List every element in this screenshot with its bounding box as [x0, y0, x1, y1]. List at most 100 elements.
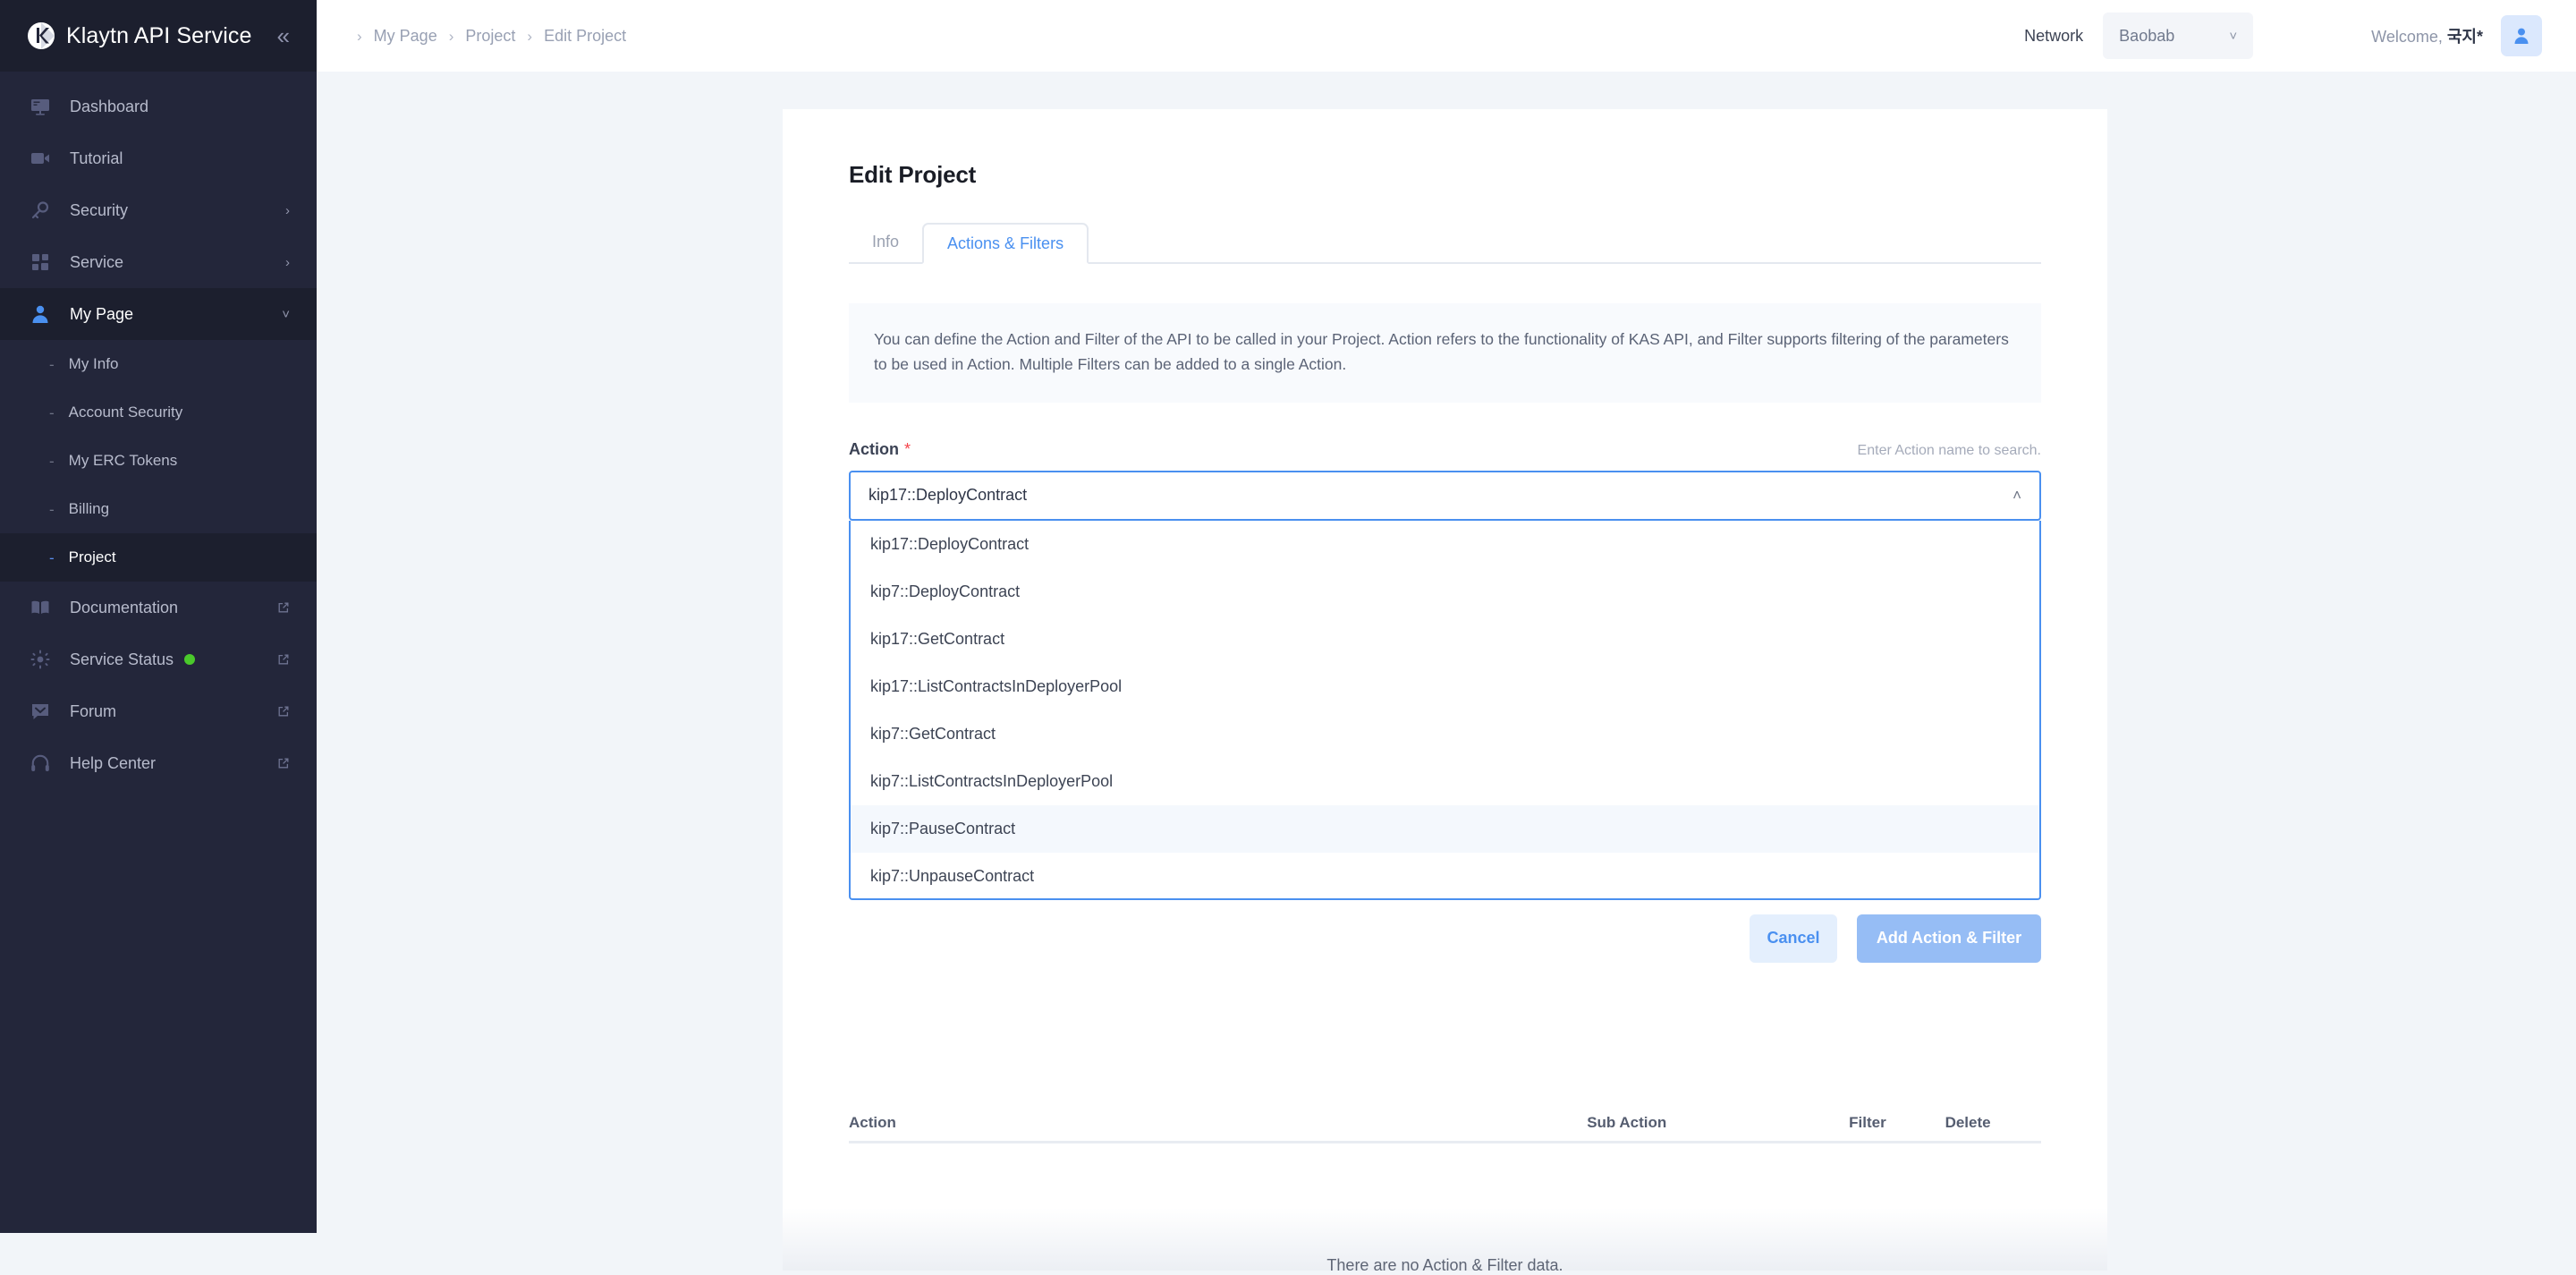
status-badge — [184, 654, 196, 665]
empty-state-message: There are no Action & Filter data. — [1326, 1256, 1563, 1274]
breadcrumb-separator-icon: › — [357, 27, 362, 45]
network-selector[interactable]: Baobab ˅ — [2103, 13, 2254, 59]
card-inner: Edit Project Info Actions & Filters You … — [783, 109, 2107, 1143]
chevron-right-icon[interactable]: › — [285, 204, 290, 217]
key-icon — [27, 197, 54, 224]
sidebar-item-label: Help Center — [70, 753, 157, 772]
welcome-message: Welcome, 국지* — [2371, 24, 2483, 47]
sidebar-subitem-my-erc-tokens[interactable]: - My ERC Tokens — [0, 437, 317, 485]
user-avatar-icon — [2514, 28, 2529, 44]
column-header-filter: Filter — [1849, 1114, 1886, 1132]
tab-info[interactable]: Info — [849, 221, 922, 262]
breadcrumb-separator-icon: › — [448, 27, 454, 45]
content-area: Edit Project Info Actions & Filters You … — [317, 72, 2576, 1274]
sidebar-subitem-project[interactable]: - Project — [0, 533, 317, 582]
sidebar-item-tutorial[interactable]: Tutorial — [0, 132, 317, 184]
chevron-down-icon[interactable]: ˅ — [282, 308, 290, 321]
required-marker: * — [904, 439, 911, 458]
sidebar-item-documentation[interactable]: Documentation — [0, 582, 317, 633]
dropdown-option[interactable]: kip17::DeployContract — [851, 521, 2039, 568]
dropdown-option[interactable]: kip17::ListContractsInDeployerPool — [851, 663, 2039, 710]
action-selected-value: kip17::DeployContract — [869, 486, 1028, 505]
sidebar-item-label: Documentation — [70, 598, 179, 616]
sidebar-subitem-label: My ERC Tokens — [68, 452, 178, 469]
grid-icon — [27, 249, 54, 276]
sidebar-brand[interactable]: Klaytn API Service « — [0, 0, 317, 72]
dropdown-option[interactable]: kip7::PauseContract — [851, 804, 2039, 853]
avatar[interactable] — [2501, 15, 2542, 56]
sidebar-item-label: Service Status — [70, 650, 174, 668]
sidebar-item-security[interactable]: Security › — [0, 184, 317, 236]
external-link-icon[interactable] — [277, 757, 290, 769]
sidebar: Klaytn API Service « Dashboard Tutorial — [0, 0, 317, 1233]
book-icon — [27, 594, 54, 621]
sidebar-subitem-label: My Info — [68, 355, 119, 372]
add-action-filter-button[interactable]: Add Action & Filter — [1857, 914, 2041, 963]
dropdown-option[interactable]: kip7::UnpauseContract — [851, 853, 2039, 898]
sidebar-item-label: My Page — [70, 304, 134, 323]
sidebar-item-service-status[interactable]: Service Status — [0, 633, 317, 685]
info-banner: You can define the Action and Filter of … — [849, 303, 2041, 403]
sidebar-item-dashboard[interactable]: Dashboard — [0, 81, 317, 132]
sidebar-item-forum[interactable]: Forum — [0, 685, 317, 737]
form-actions: Cancel Add Action & Filter — [849, 914, 2041, 963]
tab-actions-filters[interactable]: Actions & Filters — [922, 223, 1089, 264]
breadcrumb-item-my-page[interactable]: My Page — [374, 27, 437, 46]
monitor-icon — [27, 93, 54, 120]
sidebar-subitem-label: Project — [68, 548, 116, 565]
sun-icon — [27, 646, 54, 673]
action-select-input[interactable]: kip17::DeployContract ˄ — [849, 470, 2041, 521]
actions-table-header: Action Sub Action Filter Delete — [849, 1106, 2041, 1143]
sidebar-item-label: Service — [70, 252, 124, 271]
dropdown-option[interactable]: kip17::GetContract — [851, 616, 2039, 663]
dropdown-option[interactable]: kip7::DeployContract — [851, 568, 2039, 616]
headset-icon — [27, 750, 54, 777]
breadcrumb-separator-icon: › — [527, 27, 533, 45]
sidebar-item-service[interactable]: Service › — [0, 236, 317, 288]
top-bar: › My Page › Project › Edit Project Netwo… — [317, 0, 2576, 72]
sidebar-subitem-billing[interactable]: - Billing — [0, 485, 317, 533]
dropdown-option[interactable]: kip7::GetContract — [851, 710, 2039, 758]
external-link-icon[interactable] — [277, 601, 290, 614]
chevron-up-icon[interactable]: ˄ — [2012, 488, 2021, 503]
chat-icon — [27, 698, 54, 725]
breadcrumb-item-project[interactable]: Project — [465, 27, 515, 46]
klaytn-logo-icon — [27, 21, 55, 50]
chevron-double-left-icon[interactable]: « — [274, 24, 293, 47]
bullet-dash: - — [49, 548, 55, 566]
action-field-label: Action — [849, 439, 899, 458]
sidebar-subitem-my-info[interactable]: - My Info — [0, 340, 317, 388]
chevron-right-icon[interactable]: › — [285, 256, 290, 269]
breadcrumb: › My Page › Project › Edit Project — [345, 27, 626, 46]
sidebar-item-label: Security — [70, 200, 129, 219]
dropdown-option[interactable]: kip7::ListContractsInDeployerPool — [851, 758, 2039, 805]
bullet-dash: - — [49, 500, 55, 518]
sidebar-item-label: Forum — [70, 701, 117, 720]
user-icon — [27, 301, 54, 327]
action-dropdown-list[interactable]: kip17::DeployContract kip7::DeployContra… — [849, 520, 2041, 900]
bullet-dash: - — [49, 404, 55, 421]
column-header-delete: Delete — [1945, 1114, 1991, 1132]
sidebar-item-my-page[interactable]: My Page ˅ — [0, 288, 317, 340]
sidebar-item-help-center[interactable]: Help Center — [0, 737, 317, 789]
tab-bar: Info Actions & Filters — [849, 223, 2041, 264]
breadcrumb-item-edit-project[interactable]: Edit Project — [544, 27, 626, 46]
video-camera-icon — [27, 145, 54, 172]
bullet-dash: - — [49, 355, 55, 373]
sidebar-subitem-label: Account Security — [68, 404, 183, 421]
column-header-sub-action: Sub Action — [1587, 1114, 1667, 1132]
cancel-button[interactable]: Cancel — [1750, 914, 1837, 963]
action-field-header: Action * Enter Action name to search. — [849, 440, 2041, 459]
sidebar-subitem-account-security[interactable]: - Account Security — [0, 388, 317, 437]
external-link-icon[interactable] — [277, 705, 290, 718]
external-link-icon[interactable] — [277, 653, 290, 666]
column-header-action: Action — [849, 1114, 896, 1132]
action-field-hint: Enter Action name to search. — [1857, 442, 2041, 458]
welcome-prefix: Welcome, — [2371, 28, 2447, 46]
welcome-username: 국지* — [2446, 28, 2483, 46]
brand-name: Klaytn API Service — [66, 22, 252, 48]
network-selected-value: Baobab — [2119, 26, 2175, 45]
sidebar-item-label: Tutorial — [70, 149, 123, 167]
page-title: Edit Project — [849, 161, 977, 188]
